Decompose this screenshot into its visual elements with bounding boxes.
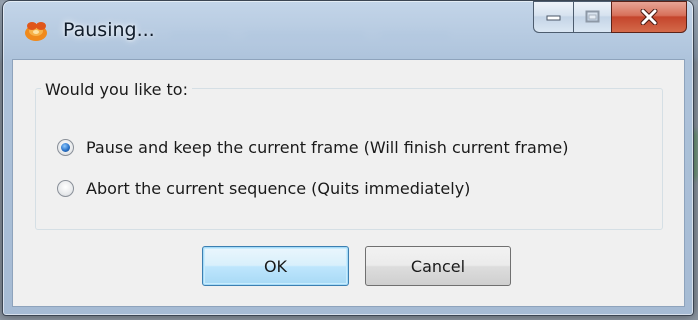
title-bar[interactable]: Pausing...	[3, 1, 693, 59]
close-button[interactable]	[611, 1, 687, 33]
option-abort-sequence[interactable]: Abort the current sequence (Quits immedi…	[57, 179, 470, 198]
options-groupbox	[35, 88, 663, 230]
pausing-dialog-window: Pausing... Would you like to: Pause and …	[2, 0, 694, 316]
option-label: Pause and keep the current frame (Will f…	[86, 138, 569, 157]
option-pause-keep-frame[interactable]: Pause and keep the current frame (Will f…	[57, 138, 568, 157]
maximize-button[interactable]	[573, 1, 611, 33]
ok-button[interactable]: OK	[202, 246, 349, 286]
dialog-client-area: Would you like to: Pause and keep the cu…	[12, 59, 685, 307]
cancel-button[interactable]: Cancel	[365, 246, 511, 286]
options-group-label: Would you like to:	[41, 80, 192, 99]
maximize-icon	[585, 10, 599, 23]
window-title: Pausing...	[63, 19, 155, 41]
app-icon	[25, 22, 47, 41]
close-icon	[640, 9, 658, 25]
radio-button-checked[interactable]	[57, 139, 74, 156]
caption-buttons	[533, 1, 687, 33]
minimize-icon	[546, 15, 560, 21]
radio-button-unchecked[interactable]	[57, 180, 74, 197]
minimize-button[interactable]	[533, 1, 573, 33]
option-label: Abort the current sequence (Quits immedi…	[86, 179, 471, 198]
